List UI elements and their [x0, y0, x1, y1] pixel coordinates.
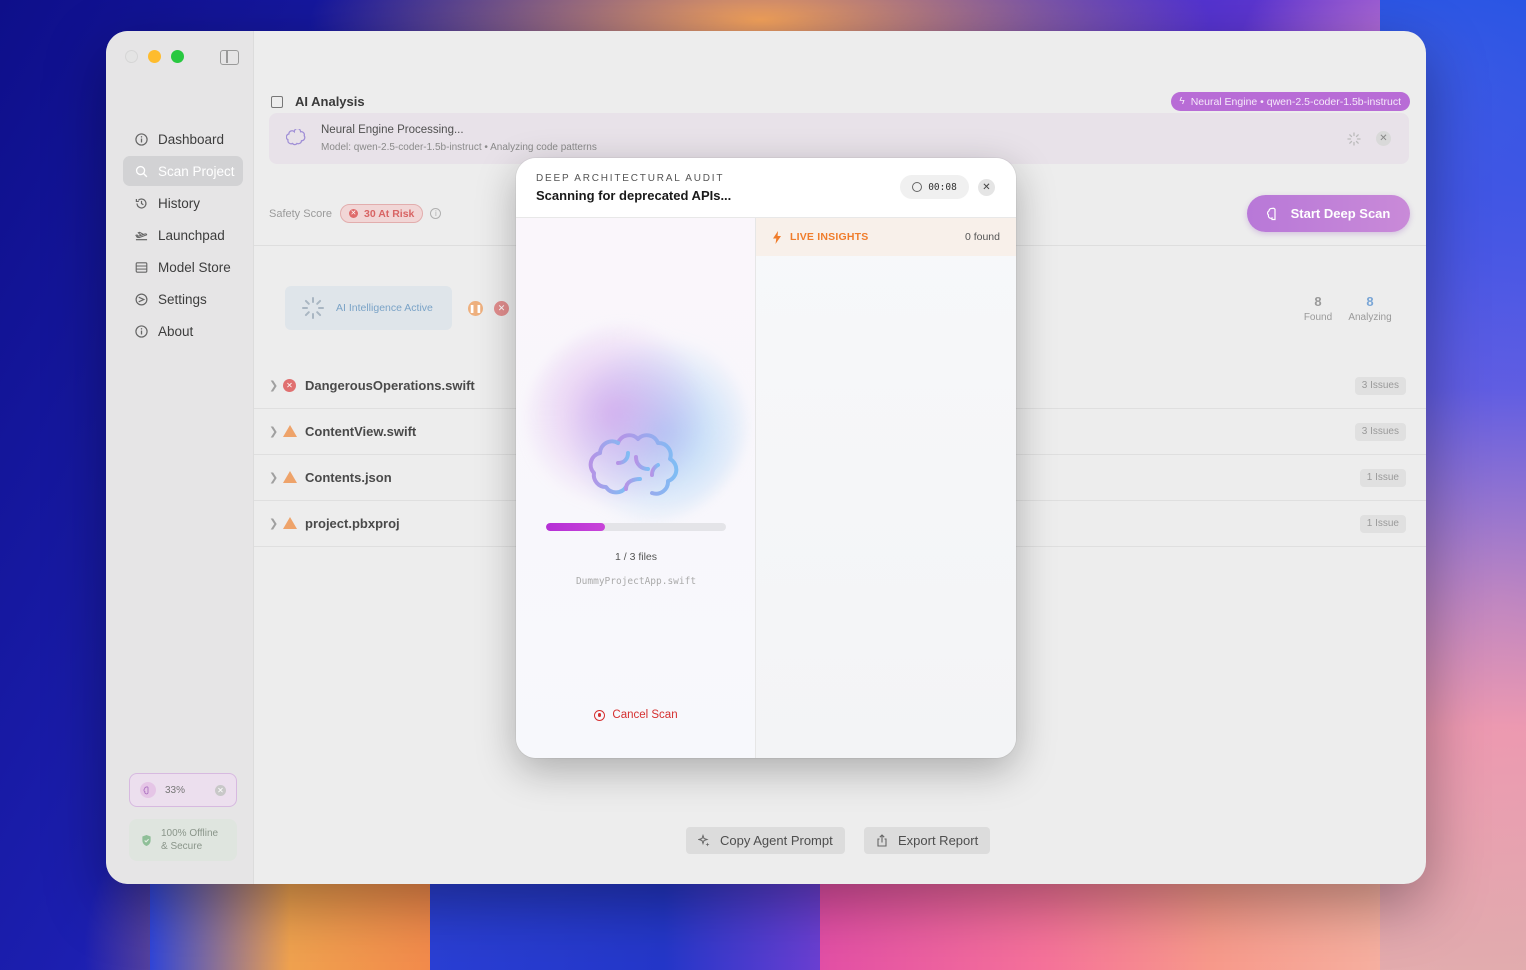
elapsed-timer: 00:08 [900, 175, 969, 199]
elapsed-timer-value: 00:08 [928, 181, 957, 193]
live-insights-label: LIVE INSIGHTS [790, 231, 869, 243]
modal-title: Scanning for deprecated APIs... [536, 188, 732, 203]
live-insights-pane: LIVE INSIGHTS 0 found [756, 218, 1016, 758]
modal-header: DEEP ARCHITECTURAL AUDIT Scanning for de… [516, 158, 1016, 218]
live-insights-header: LIVE INSIGHTS 0 found [756, 218, 1016, 256]
brain-icon [588, 433, 679, 509]
current-file-name: DummyProjectApp.swift [575, 576, 697, 587]
modal-close-button[interactable]: ✕ [978, 179, 995, 196]
scan-progress-fill [546, 523, 606, 531]
bolt-icon [772, 230, 782, 244]
deep-audit-modal: DEEP ARCHITECTURAL AUDIT Scanning for de… [516, 158, 1016, 758]
cancel-scan-button[interactable]: Cancel Scan [516, 709, 756, 721]
modal-kicker: DEEP ARCHITECTURAL AUDIT [536, 173, 725, 184]
scan-progress-pane: 1 / 3 files DummyProjectApp.swift Cancel… [516, 218, 756, 758]
clock-icon [912, 182, 923, 192]
cancel-scan-label: Cancel Scan [612, 709, 678, 721]
scan-progress-text: 1 / 3 files [614, 551, 658, 563]
scan-progress-bar [546, 523, 726, 531]
live-insights-count: 0 found [964, 231, 1000, 243]
stop-circle-icon [594, 709, 606, 721]
